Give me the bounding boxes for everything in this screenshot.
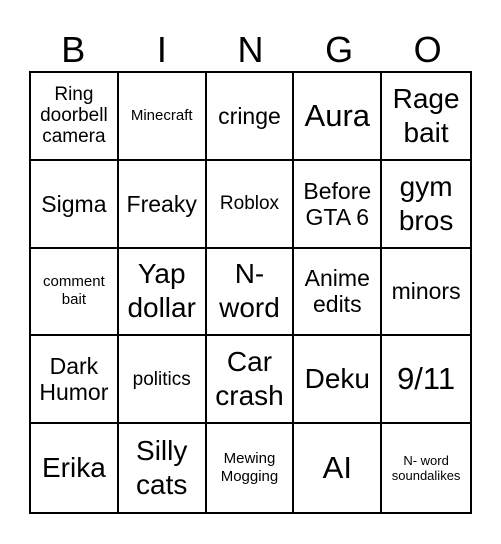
bingo-cell[interactable]: Ring doorbell camera — [31, 73, 119, 161]
cell-text: N- word soundalikes — [391, 453, 461, 484]
cell-text: N- word — [219, 258, 280, 324]
bingo-cell[interactable]: Anime edits — [294, 248, 383, 337]
bingo-cell[interactable]: Minecraft — [118, 73, 207, 161]
bingo-cell[interactable]: N- word — [206, 248, 295, 337]
bingo-grid: Ring doorbell camera Minecraft cringe Au… — [29, 71, 472, 514]
bingo-cell[interactable]: Silly cats — [119, 424, 207, 512]
cell-text: Erika — [42, 452, 106, 484]
cell-text: Roblox — [219, 193, 280, 215]
bingo-cell[interactable]: Freaky — [118, 160, 207, 249]
bingo-cell[interactable]: Car crash — [206, 336, 295, 425]
bingo-header: B I N G O — [29, 28, 472, 72]
bingo-cell[interactable]: minors — [382, 249, 470, 337]
bingo-cell[interactable]: gym bros — [382, 161, 470, 249]
bingo-cell[interactable]: Dark Humor — [31, 336, 119, 425]
header-letter-b: B — [61, 29, 86, 70]
bingo-cell[interactable]: Aura — [294, 73, 383, 161]
cell-text: Before GTA 6 — [303, 177, 372, 230]
cell-text: Dark Humor — [39, 353, 109, 406]
bingo-cell[interactable]: N- word soundalikes — [382, 424, 470, 512]
cell-text: Freaky — [126, 190, 197, 217]
bingo-cell[interactable]: comment bait — [31, 248, 119, 337]
cell-text: Ring doorbell camera — [40, 84, 108, 148]
cell-text: Sigma — [41, 190, 107, 217]
bingo-cell[interactable]: AI — [294, 424, 383, 512]
bingo-cell[interactable]: Before GTA 6 — [294, 160, 383, 249]
cell-text: cringe — [218, 102, 281, 129]
bingo-cell[interactable]: Mewing Mogging — [207, 424, 295, 512]
cell-text: AI — [322, 450, 352, 486]
bingo-cell[interactable]: Roblox — [206, 160, 295, 249]
bingo-cell[interactable]: Rage bait — [382, 73, 470, 161]
cell-text: Deku — [304, 363, 370, 395]
cell-text: minors — [391, 278, 461, 305]
bingo-cell[interactable]: Yap dollar — [118, 248, 207, 337]
cell-text: gym bros — [398, 170, 454, 236]
bingo-cell[interactable]: Sigma — [31, 160, 119, 249]
cell-text: Aura — [304, 97, 371, 133]
header-letter-o: O — [413, 29, 442, 70]
cell-text: 9/11 — [397, 361, 456, 397]
header-letter-g: G — [325, 29, 354, 70]
cell-text: comment bait — [43, 273, 105, 309]
bingo-cell[interactable]: Deku — [294, 336, 383, 425]
bingo-cell[interactable]: politics — [118, 336, 207, 425]
bingo-cell[interactable]: 9/11 — [382, 336, 470, 425]
header-letter-n: N — [237, 29, 264, 70]
cell-text: Rage bait — [392, 82, 460, 148]
header-letter-i: I — [156, 29, 167, 70]
bingo-cell[interactable]: cringe — [206, 73, 295, 161]
cell-text: Car crash — [215, 346, 284, 412]
bingo-cell[interactable]: Erika — [31, 424, 119, 512]
cell-text: Mewing Mogging — [220, 450, 279, 486]
cell-text: Silly cats — [136, 435, 188, 501]
cell-text: politics — [132, 368, 191, 390]
cell-text: Anime edits — [304, 265, 370, 318]
cell-text: Yap dollar — [127, 258, 196, 324]
cell-text: Minecraft — [130, 106, 193, 124]
